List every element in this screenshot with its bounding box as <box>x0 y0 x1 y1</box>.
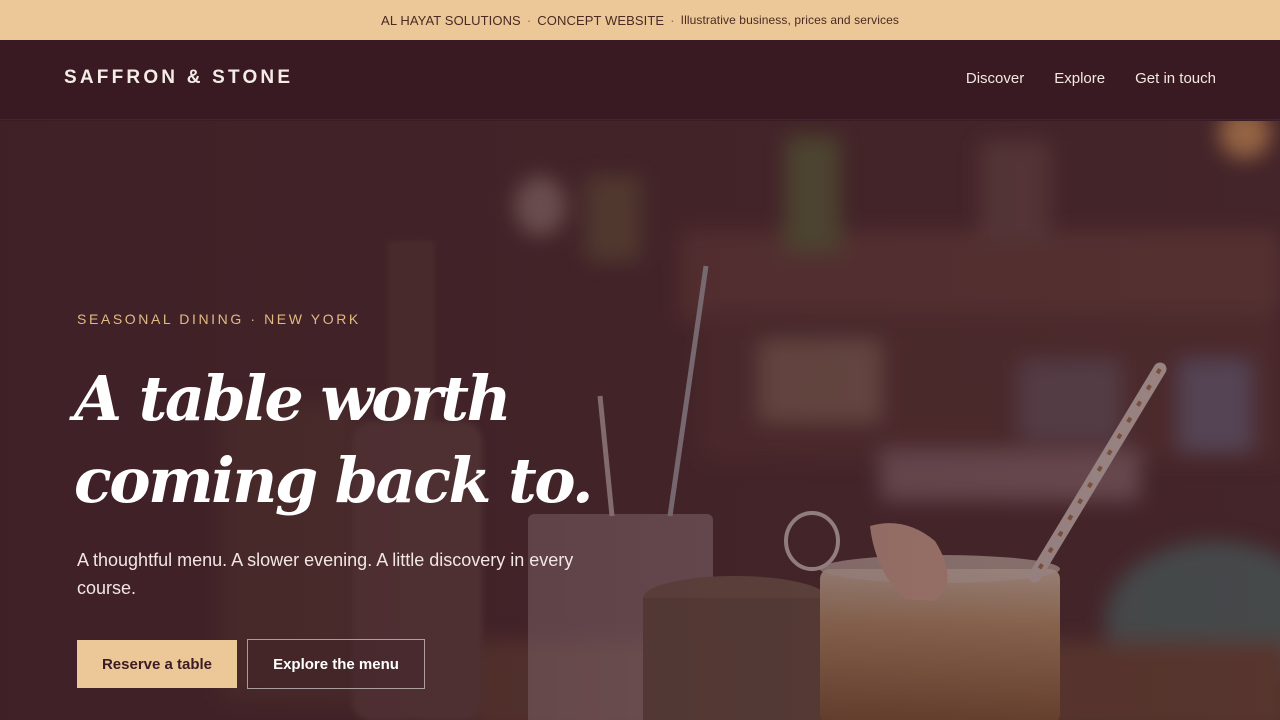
site-header: SAFFRON & STONE Discover Explore Get in … <box>0 40 1280 120</box>
hero-lead-text: A thoughtful menu. A slower evening. A l… <box>77 550 574 598</box>
disclaimer-text: Illustrative business, prices and servic… <box>680 13 899 27</box>
nav-link-explore[interactable]: Explore <box>1054 70 1105 87</box>
announcement-bar: AL HAYAT SOLUTIONS · CONCEPT WEBSITE · I… <box>0 0 1280 40</box>
main-nav: Discover Explore Get in touch <box>966 70 1216 87</box>
explore-menu-button[interactable]: Explore the menu <box>247 639 425 689</box>
separator: · <box>526 12 532 28</box>
separator: · <box>670 12 675 28</box>
company-name: AL HAYAT SOLUTIONS <box>381 12 521 28</box>
nav-link-discover[interactable]: Discover <box>966 70 1024 87</box>
headline-line-2: coming back to. <box>74 444 594 517</box>
headline-line-1: A table worth <box>74 362 512 435</box>
hero-headline: A table worth coming back to. <box>74 358 674 522</box>
concept-tag: CONCEPT WEBSITE <box>537 12 665 28</box>
reserve-table-button[interactable]: Reserve a table <box>77 640 237 688</box>
nav-link-get-in-touch[interactable]: Get in touch <box>1135 70 1216 87</box>
hero-eyebrow: SEASONAL DINING · NEW YORK <box>77 311 361 327</box>
brand-logo[interactable]: SAFFRON & STONE <box>64 67 293 89</box>
